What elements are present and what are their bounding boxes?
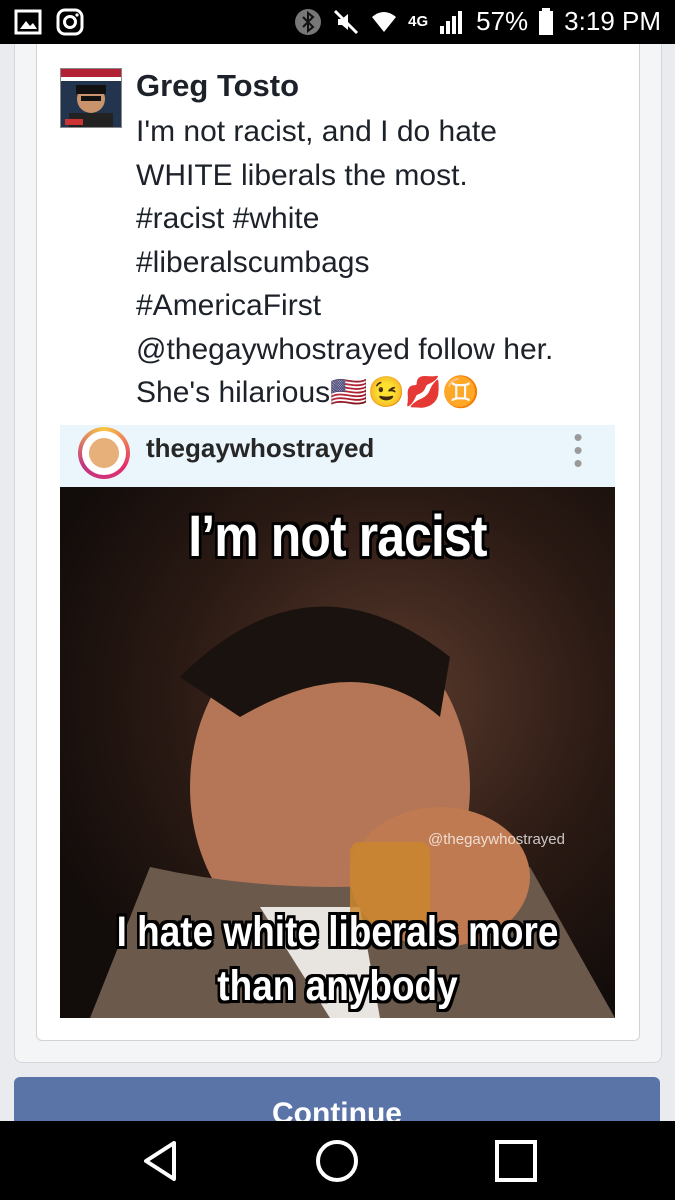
author-avatar[interactable] [60, 68, 122, 128]
embed-avatar[interactable] [78, 427, 130, 479]
navigation-bar [0, 1121, 675, 1200]
instagram-icon [56, 8, 84, 36]
post-line: She's hilarious🇺🇸😉💋♊ [136, 376, 480, 409]
more-options-icon[interactable]: • • • [566, 424, 590, 476]
recents-icon[interactable] [492, 1137, 540, 1185]
bluetooth-icon [295, 8, 322, 35]
author-name[interactable]: Greg Tosto [136, 68, 299, 104]
back-icon[interactable] [138, 1137, 186, 1185]
meme-image[interactable]: I’m not racist @thegaywhostrayed I hate … [60, 487, 615, 1018]
meme-watermark: @thegaywhostrayed [428, 831, 565, 848]
meme-caption-top: I’m not racist [188, 504, 487, 569]
avatar-image [61, 69, 121, 127]
post-line: WHITE liberals the most. [136, 158, 468, 192]
meme-caption-line: I hate white liberals more [116, 908, 559, 956]
post-line[interactable]: #racist #white [136, 197, 626, 241]
post-line[interactable]: @thegaywhostrayed follow her. [136, 328, 626, 372]
post-text: I'm not racist, and I do hate WHITE libe… [136, 110, 626, 415]
embed-header: thegaywhostrayed • • • [60, 424, 615, 487]
clock: 3:19 PM [564, 6, 661, 36]
embed-username[interactable]: thegaywhostrayed [146, 433, 374, 464]
wifi-icon [372, 11, 397, 32]
battery-percent: 57% [476, 6, 529, 36]
meme-caption-line: than anybody [217, 962, 458, 1010]
home-icon[interactable] [313, 1137, 361, 1185]
status-bar: 4G 57% 3:19 PM [0, 0, 675, 44]
network-type: 4G [408, 13, 429, 30]
gallery-icon [14, 9, 42, 35]
post-line[interactable]: #AmericaFirst [136, 284, 626, 328]
post-line: I'm not racist, and I do hate [136, 115, 497, 148]
mute-icon [334, 9, 359, 34]
post-line[interactable]: #liberalscumbags [136, 241, 626, 285]
battery-icon [539, 7, 554, 35]
meme-caption-bottom: I hate white liberals more than anybody [99, 905, 576, 1013]
signal-icon [440, 10, 463, 34]
